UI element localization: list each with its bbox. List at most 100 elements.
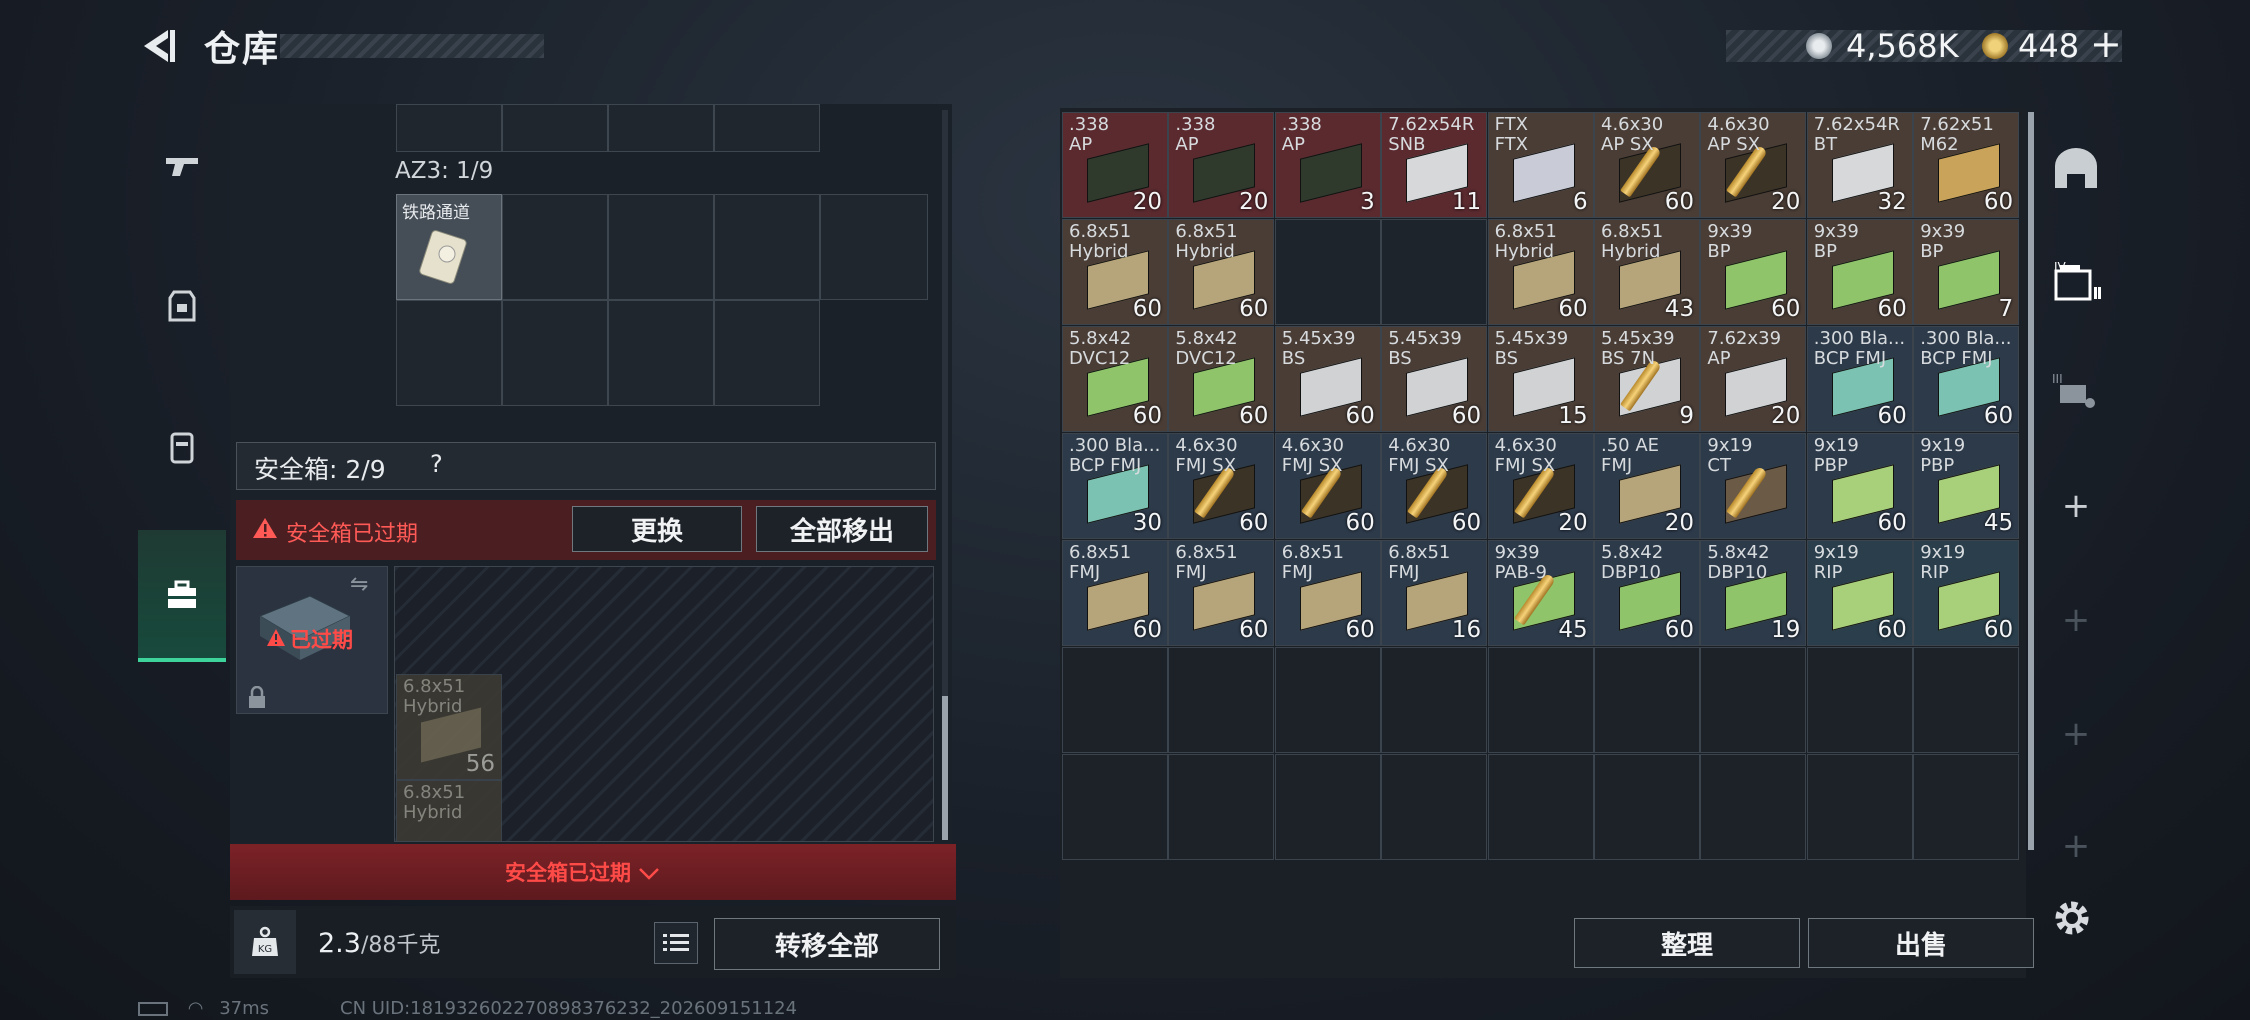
- inventory-item[interactable]: 4.6x30 AP SX 60: [1594, 112, 1700, 218]
- left-scroll-thumb[interactable]: [942, 696, 948, 840]
- inventory-item[interactable]: 6.8x51 Hybrid 60: [1487, 219, 1594, 325]
- inventory-item[interactable]: .300 Bla... BCP FMJ 60: [1913, 326, 2020, 432]
- item-name: 4.6x30 FMJ SX: [1388, 435, 1451, 476]
- move-all-out-button[interactable]: 全部移出: [756, 506, 928, 552]
- grid-cell[interactable]: [608, 194, 714, 300]
- rail-weapons[interactable]: [138, 100, 226, 232]
- rail-safebox[interactable]: [138, 530, 226, 662]
- inventory-item[interactable]: 5.45x39 BS 7N 9: [1594, 326, 1700, 432]
- back-arrow-icon[interactable]: [138, 26, 178, 66]
- inventory-item[interactable]: 5.45x39 BS 60: [1381, 326, 1488, 432]
- empty-slot[interactable]: [1806, 754, 1913, 860]
- empty-slot[interactable]: [1594, 647, 1700, 753]
- inventory-item[interactable]: 7.62x51 M62 60: [1913, 112, 2020, 218]
- empty-slot[interactable]: [1700, 754, 1807, 860]
- help-icon[interactable]: ?: [430, 450, 443, 478]
- inventory-item[interactable]: 6.8x51 FMJ 16: [1381, 540, 1488, 646]
- add-currency-button[interactable]: +: [2090, 22, 2122, 66]
- tab-stash-home[interactable]: [2044, 128, 2108, 208]
- inventory-item[interactable]: 5.45x39 BS 60: [1274, 326, 1381, 432]
- inventory-item[interactable]: 6.8x51 Hybrid 60: [1062, 219, 1168, 325]
- replace-button[interactable]: 更换: [572, 506, 742, 552]
- inventory-item[interactable]: 6.8x51 FMJ 60: [1168, 540, 1275, 646]
- inventory-item[interactable]: 6.8x51 Hybrid 60: [1168, 219, 1275, 325]
- safebox-item[interactable]: 6.8x51 Hybrid: [396, 780, 502, 842]
- inventory-item[interactable]: 5.8x42 DBP10 19: [1700, 540, 1807, 646]
- gear-icon[interactable]: [2050, 896, 2094, 940]
- inventory-item[interactable]: .300 Bla... BCP FMJ 60: [1806, 326, 1913, 432]
- grid-cell[interactable]: [502, 300, 608, 406]
- empty-slot[interactable]: [1168, 754, 1275, 860]
- inventory-item[interactable]: 9x39 PAB-9 45: [1487, 540, 1594, 646]
- transfer-all-button[interactable]: 转移全部: [714, 918, 940, 970]
- swap-icon[interactable]: ⇋: [350, 572, 368, 597]
- inventory-item[interactable]: 7.62x39 AP 20: [1700, 326, 1807, 432]
- list-view-button[interactable]: [654, 922, 698, 964]
- inventory-item[interactable]: .338 AP 20: [1062, 112, 1168, 218]
- empty-slot[interactable]: [1487, 647, 1594, 753]
- inventory-item[interactable]: .338 AP 20: [1168, 112, 1275, 218]
- empty-slot[interactable]: [1913, 647, 2020, 753]
- grid-cell[interactable]: [820, 194, 928, 300]
- empty-slot[interactable]: [1062, 754, 1168, 860]
- grid-cell[interactable]: [714, 300, 820, 406]
- tab-stash-3[interactable]: III: [2044, 350, 2108, 430]
- empty-slot[interactable]: [1806, 647, 1913, 753]
- grid-cell[interactable]: [714, 104, 820, 152]
- empty-slot[interactable]: [1487, 754, 1594, 860]
- inventory-item[interactable]: 6.8x51 FMJ 60: [1062, 540, 1168, 646]
- inventory-item[interactable]: .338 AP 3: [1274, 112, 1381, 218]
- empty-slot[interactable]: [1594, 754, 1700, 860]
- inventory-item[interactable]: 9x19 CT: [1700, 433, 1807, 539]
- grid-cell[interactable]: [608, 300, 714, 406]
- rail-containers[interactable]: [138, 380, 226, 512]
- inventory-item[interactable]: 5.8x42 DVC12 60: [1062, 326, 1168, 432]
- empty-slot[interactable]: [1381, 647, 1488, 753]
- inventory-scrollbar[interactable]: [2028, 112, 2034, 850]
- inventory-item[interactable]: 9x39 BP 60: [1806, 219, 1913, 325]
- inventory-item[interactable]: 7.62x54R BT 32: [1806, 112, 1913, 218]
- empty-slot[interactable]: [1274, 754, 1381, 860]
- inventory-item[interactable]: 6.8x51 Hybrid 43: [1594, 219, 1700, 325]
- inventory-item[interactable]: FTX FTX 6: [1487, 112, 1594, 218]
- sort-button[interactable]: 整理: [1574, 918, 1800, 968]
- empty-slot[interactable]: [1700, 647, 1807, 753]
- empty-slot[interactable]: [1913, 754, 2020, 860]
- empty-slot[interactable]: [1274, 647, 1381, 753]
- empty-slot[interactable]: [1062, 647, 1168, 753]
- inventory-item[interactable]: 4.6x30 FMJ SX 60: [1168, 433, 1275, 539]
- inventory-item[interactable]: 4.6x30 FMJ SX 60: [1274, 433, 1381, 539]
- inventory-item[interactable]: 9x19 RIP 60: [1913, 540, 2020, 646]
- inventory-item[interactable]: 9x39 BP 60: [1700, 219, 1807, 325]
- grid-cell[interactable]: [396, 104, 502, 152]
- grid-cell[interactable]: [502, 104, 608, 152]
- grid-cell[interactable]: [396, 300, 502, 406]
- inventory-item[interactable]: 7.62x54R SNB 11: [1381, 112, 1488, 218]
- empty-slot[interactable]: [1381, 754, 1488, 860]
- item-name: .300 Bla... BCP FMJ: [1920, 328, 2012, 369]
- inventory-item[interactable]: 6.8x51 FMJ 60: [1274, 540, 1381, 646]
- inventory-item[interactable]: 5.8x42 DVC12 60: [1168, 326, 1275, 432]
- safebox-item[interactable]: 6.8x51 Hybrid 56: [396, 674, 502, 780]
- inventory-item[interactable]: 9x19 PBP 60: [1806, 433, 1913, 539]
- inventory-item[interactable]: 5.45x39 BS 15: [1487, 326, 1594, 432]
- inventory-item[interactable]: 9x39 BP 7: [1913, 219, 2020, 325]
- inventory-item[interactable]: .300 Bla... BCP FMJ 30: [1062, 433, 1168, 539]
- inventory-item[interactable]: 9x19 PBP 45: [1913, 433, 2020, 539]
- empty-slot[interactable]: [1381, 219, 1488, 325]
- inventory-item[interactable]: 4.6x30 AP SX 20: [1700, 112, 1807, 218]
- sell-button[interactable]: 出售: [1808, 918, 2034, 968]
- grid-cell[interactable]: [608, 104, 714, 152]
- inventory-item[interactable]: 9x19 RIP 60: [1806, 540, 1913, 646]
- empty-slot[interactable]: [1168, 647, 1275, 753]
- tab-stash-4[interactable]: IV: [2044, 242, 2108, 322]
- rail-equipment[interactable]: [138, 240, 226, 372]
- inventory-item[interactable]: .50 AE FMJ 20: [1594, 433, 1700, 539]
- empty-slot[interactable]: [1274, 219, 1381, 325]
- grid-cell[interactable]: [714, 194, 820, 300]
- grid-cell[interactable]: [502, 194, 608, 300]
- inventory-item[interactable]: 5.8x42 DBP10 60: [1594, 540, 1700, 646]
- add-stash-tab[interactable]: +: [2044, 466, 2108, 546]
- inventory-item[interactable]: 4.6x30 FMJ SX 20: [1487, 433, 1594, 539]
- inventory-item[interactable]: 4.6x30 FMJ SX 60: [1381, 433, 1488, 539]
